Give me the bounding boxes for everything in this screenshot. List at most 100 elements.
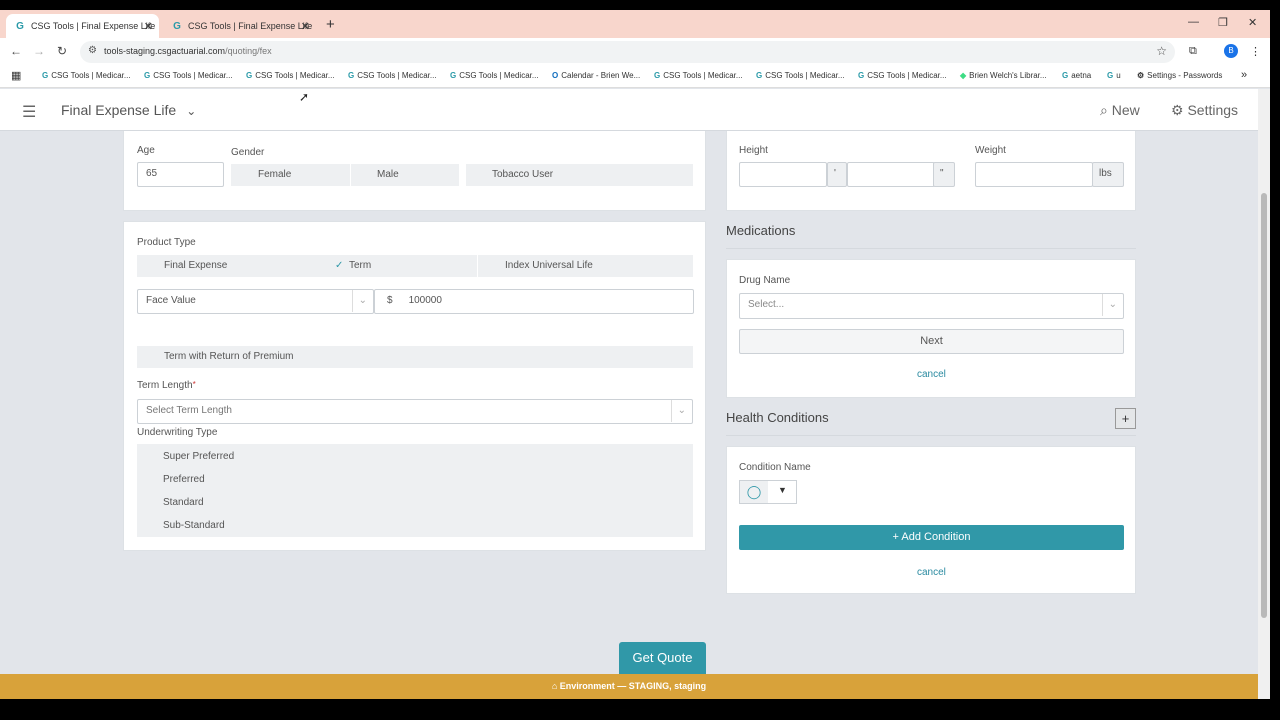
close-tab-icon[interactable]: ✕ [144,20,153,33]
new-tab-icon[interactable]: + [326,16,335,33]
return-of-premium-toggle[interactable]: Term with Return of Premium [137,346,693,368]
bookmark-item[interactable]: G CSG Tools | Medicar... [756,71,845,80]
term-length-label: Term Length* [137,380,196,391]
underwriting-preferred[interactable]: Preferred [163,474,205,485]
close-tab-icon[interactable]: ✕ [301,20,310,33]
close-window-icon[interactable]: ✕ [1248,16,1257,29]
condition-name-select[interactable]: ◯ ▼ [739,480,797,504]
extension-icon[interactable]: ⧉ [1189,45,1197,58]
medications-panel: Drug Name Select... ⌄ Next cancel [726,259,1136,398]
settings-button[interactable]: ⚙ Settings [1171,102,1238,119]
feet-unit: ' [827,162,847,187]
tab-title: CSG Tools | Final Expense Life [188,21,313,31]
restore-icon[interactable]: ❐ [1218,16,1228,29]
csg-favicon-icon: G [756,71,763,80]
address-row: ← → ↻ ⚙ tools-staging.csgactuarial.com/q… [0,38,1270,66]
bookmark-star-icon[interactable]: ☆ [1156,44,1167,58]
underwriting-super-preferred[interactable]: Super Preferred [163,451,234,462]
product-panel: Product Type Final Expense ✓ Term Index … [123,221,706,551]
environment-banner: ⌂ Environment — STAGING, staging [0,674,1258,699]
underwriting-standard[interactable]: Standard [163,497,204,508]
bookmark-item[interactable]: Gu [1107,71,1121,80]
bookmark-item[interactable]: G CSG Tools | Medicar... [654,71,743,80]
more-bookmarks-icon[interactable]: » [1241,69,1247,81]
browser-tab-active[interactable]: G CSG Tools | Final Expense Life ✕ [6,14,159,38]
height-feet-input[interactable] [739,162,827,187]
applicant-panel: Age 65 Gender Female Male Tobacco User [123,131,706,211]
health-conditions-title: Health Conditions [726,410,829,425]
product-type-term[interactable]: ✓ Term [326,255,477,277]
hamburger-menu-icon[interactable]: ☰ [22,102,36,122]
face-value-select[interactable]: Face Value ⌄ [137,289,374,314]
inches-unit: " [933,162,955,187]
bookmark-item[interactable]: G CSG Tools | Medicar... [42,71,131,80]
cancel-link[interactable]: cancel [917,567,946,578]
weight-input[interactable] [975,162,1093,187]
csg-favicon-icon: G [16,20,24,32]
bookmark-item[interactable]: Gaetna [1062,71,1091,80]
product-type-index-universal-life[interactable]: Index Universal Life [478,255,693,277]
bookmark-item[interactable]: ◆ Brien Welch's Librar... [960,71,1047,80]
bookmark-item[interactable]: G CSG Tools | Medicar... [144,71,233,80]
next-button[interactable]: Next [739,329,1124,354]
site-info-icon[interactable]: ⚙ [88,45,97,56]
outlook-icon: O [552,71,559,80]
bookmark-item[interactable]: O Calendar - Brien We... [552,71,640,80]
gender-female-option[interactable]: Female [231,164,350,186]
term-length-select[interactable]: Select Term Length ⌄ [137,399,693,424]
browser-window: G CSG Tools | Final Expense Life ✕ G CSG… [0,10,1270,699]
condition-name-label: Condition Name [739,462,811,473]
chevron-down-icon: ⌄ [186,104,197,118]
underwriting-sub-standard[interactable]: Sub-Standard [163,520,225,531]
tobacco-user-toggle[interactable]: Tobacco User [466,164,693,186]
forward-icon[interactable]: → [33,44,45,58]
mouse-cursor-icon: ➚ [299,90,310,104]
apps-grid-icon[interactable]: ▦ [11,69,21,82]
bookmark-item[interactable]: G CSG Tools | Medicar... [858,71,947,80]
tab-strip: G CSG Tools | Final Expense Life ✕ G CSG… [0,10,1270,38]
chevron-down-icon: ▼ [778,485,787,495]
height-inches-input[interactable] [847,162,935,187]
drug-name-select[interactable]: Select... ⌄ [739,293,1124,319]
face-value-input[interactable]: $100000 [374,289,694,314]
address-bar[interactable]: ⚙ tools-staging.csgactuarial.com/quoting… [80,41,1175,63]
product-type-final-expense[interactable]: Final Expense [137,255,326,277]
bookmark-item[interactable]: G CSG Tools | Medicar... [450,71,539,80]
gender-male-option[interactable]: Male [351,164,459,186]
url-text[interactable]: tools-staging.csgactuarial.com/quoting/f… [104,46,272,56]
bookmark-item[interactable]: G CSG Tools | Medicar... [246,71,335,80]
product-type-label: Product Type [137,237,196,248]
scrollbar-thumb[interactable] [1261,193,1267,618]
csg-favicon-icon: G [1062,71,1069,80]
csg-favicon-icon: G [450,71,457,80]
add-health-condition-button[interactable]: + [1115,408,1136,429]
minimize-icon[interactable]: — [1188,16,1199,28]
csg-favicon-icon: G [42,71,49,80]
drug-name-label: Drug Name [739,275,791,286]
add-condition-button[interactable]: + Add Condition [739,525,1124,550]
cancel-link[interactable]: cancel [917,369,946,380]
browser-tab[interactable]: G CSG Tools | Final Expense Life ✕ [163,14,316,38]
checkmark-icon: ✓ [335,260,344,271]
product-selector[interactable]: Final Expense Life ⌄ [61,102,196,118]
back-icon[interactable]: ← [10,44,22,58]
bookmark-item[interactable]: G CSG Tools | Medicar... [348,71,437,80]
csg-favicon-icon: G [654,71,661,80]
browser-menu-icon[interactable]: ⋮ [1250,45,1261,58]
new-button[interactable]: ⌕ New [1100,102,1140,119]
reload-icon[interactable]: ↻ [57,44,67,58]
get-quote-button[interactable]: Get Quote [619,642,706,674]
age-input[interactable]: 65 [137,162,224,187]
chevron-down-icon: ⌄ [670,400,686,422]
chevron-down-icon: ⌄ [351,290,367,312]
building-icon: ⌂ [551,681,558,691]
height-label: Height [739,145,768,156]
search-icon: ⌕ [1100,102,1108,118]
profile-avatar[interactable]: B [1224,44,1238,58]
loading-spinner-icon: ◯ [740,481,768,503]
underwriting-options: Super Preferred Preferred Standard Sub-S… [137,444,693,537]
bookmark-item[interactable]: ⚙ Settings - Passwords [1137,71,1222,80]
chevron-down-icon: ⌄ [1101,294,1117,316]
vertical-scrollbar[interactable] [1258,89,1270,699]
csg-favicon-icon: G [144,71,151,80]
